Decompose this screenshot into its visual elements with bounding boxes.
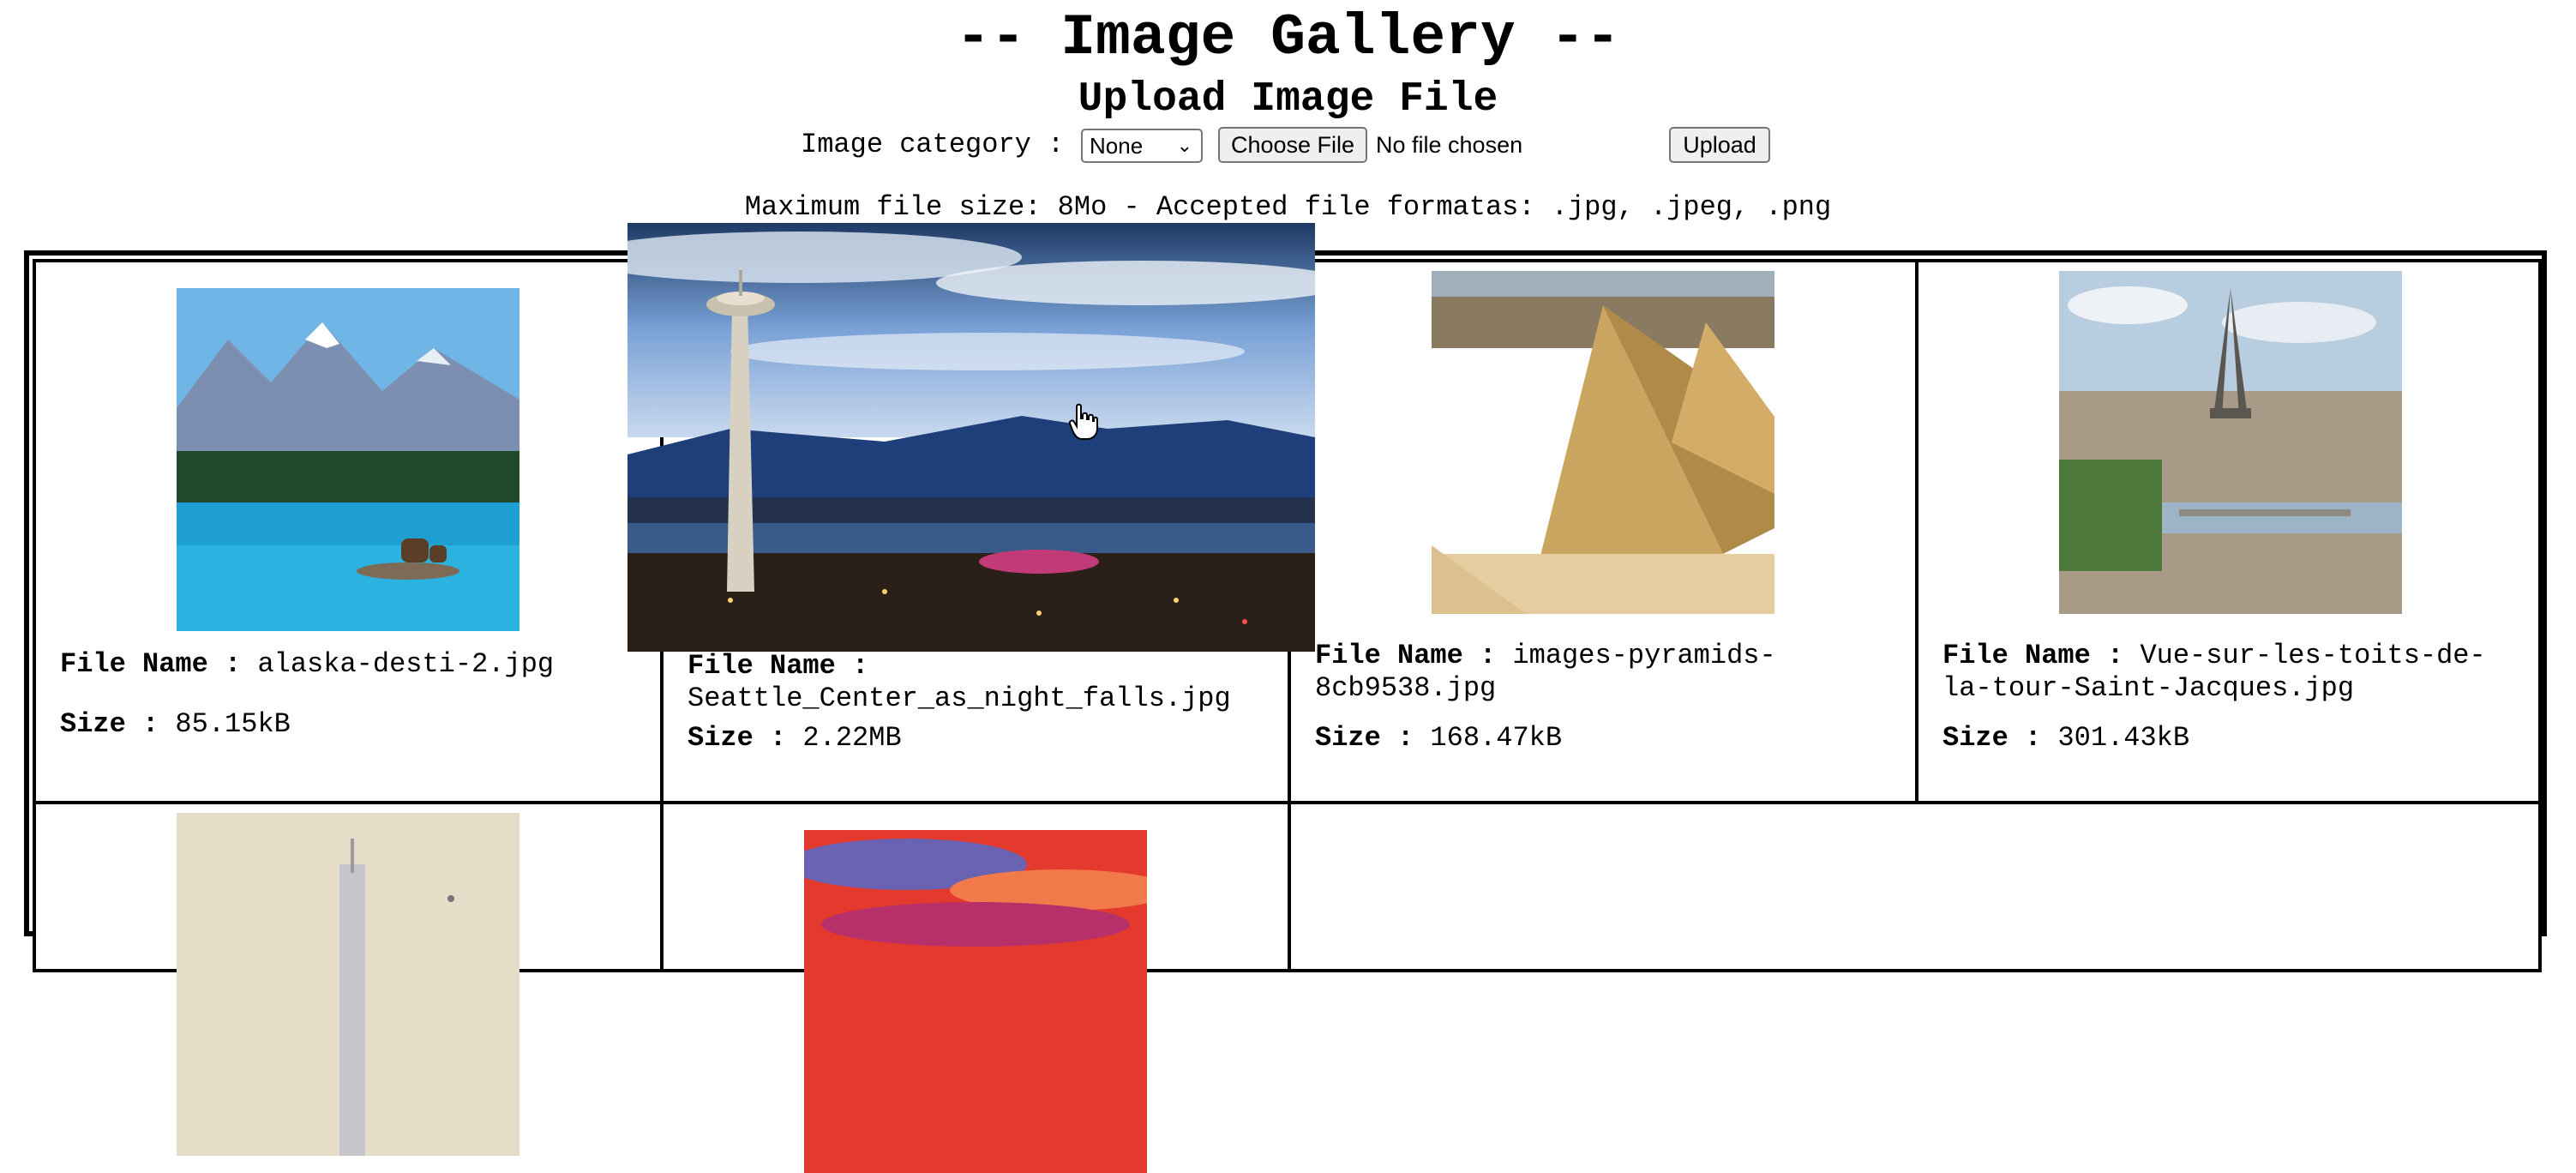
- gallery-image-pyramids[interactable]: [1432, 271, 1774, 614]
- file-name-label: File Name :: [1315, 640, 1497, 671]
- category-label: Image category :: [801, 129, 1065, 160]
- file-name-value: Seattle_Center_as_night_falls.jpg: [688, 683, 1231, 714]
- gallery-card: File Name : images-pyramids-8cb9538.jpg …: [1288, 259, 1918, 804]
- hand-pointer-icon: [1068, 403, 1098, 440]
- upload-form: Image category : None ⌄ Choose File No f…: [0, 125, 2576, 165]
- gallery-image-sunset[interactable]: [804, 830, 1147, 1173]
- upload-section-title: Upload Image File: [1078, 76, 1498, 123]
- file-name-label: File Name :: [1943, 640, 2124, 671]
- category-select[interactable]: None ⌄: [1081, 129, 1203, 163]
- gallery-card: [660, 801, 1291, 1173]
- size-value: 85.15kB: [175, 708, 291, 740]
- file-name-label: File Name :: [60, 648, 242, 680]
- gallery-image-skyline[interactable]: [177, 813, 519, 1156]
- size-label: Size :: [60, 708, 159, 740]
- gallery-empty-cell: [1288, 801, 2542, 972]
- choose-file-button[interactable]: Choose File: [1218, 127, 1367, 163]
- gallery-card: [33, 801, 664, 1156]
- size-value: 2.22MB: [802, 722, 902, 754]
- file-name-value: alaska-desti-2.jpg: [257, 648, 555, 680]
- size-label: Size :: [1943, 722, 2042, 754]
- category-select-value: None: [1090, 133, 1144, 159]
- size-value: 301.43kB: [2057, 722, 2190, 754]
- size-label: Size :: [688, 722, 787, 754]
- file-limits-text: Maximum file size: 8Mo - Accepted file f…: [744, 191, 1832, 223]
- gallery-card: File Name : Vue-sur-les-toits-de-la-tour…: [1915, 259, 2542, 804]
- size-value: 168.47kB: [1430, 722, 1563, 754]
- file-name-label: File Name :: [688, 650, 869, 682]
- page-title: -- Image Gallery --: [955, 5, 1621, 71]
- chevron-down-icon: ⌄: [1176, 135, 1192, 156]
- gallery-image-alaska[interactable]: [177, 288, 519, 631]
- gallery-image-paris[interactable]: [2059, 271, 2402, 614]
- gallery-image-seattle-enlarged[interactable]: [627, 223, 1315, 652]
- upload-button[interactable]: Upload: [1669, 127, 1770, 163]
- gallery-card: File Name : alaska-desti-2.jpg Size : 85…: [33, 259, 664, 804]
- file-status-text: No file chosen: [1376, 132, 1523, 158]
- size-label: Size :: [1315, 722, 1414, 754]
